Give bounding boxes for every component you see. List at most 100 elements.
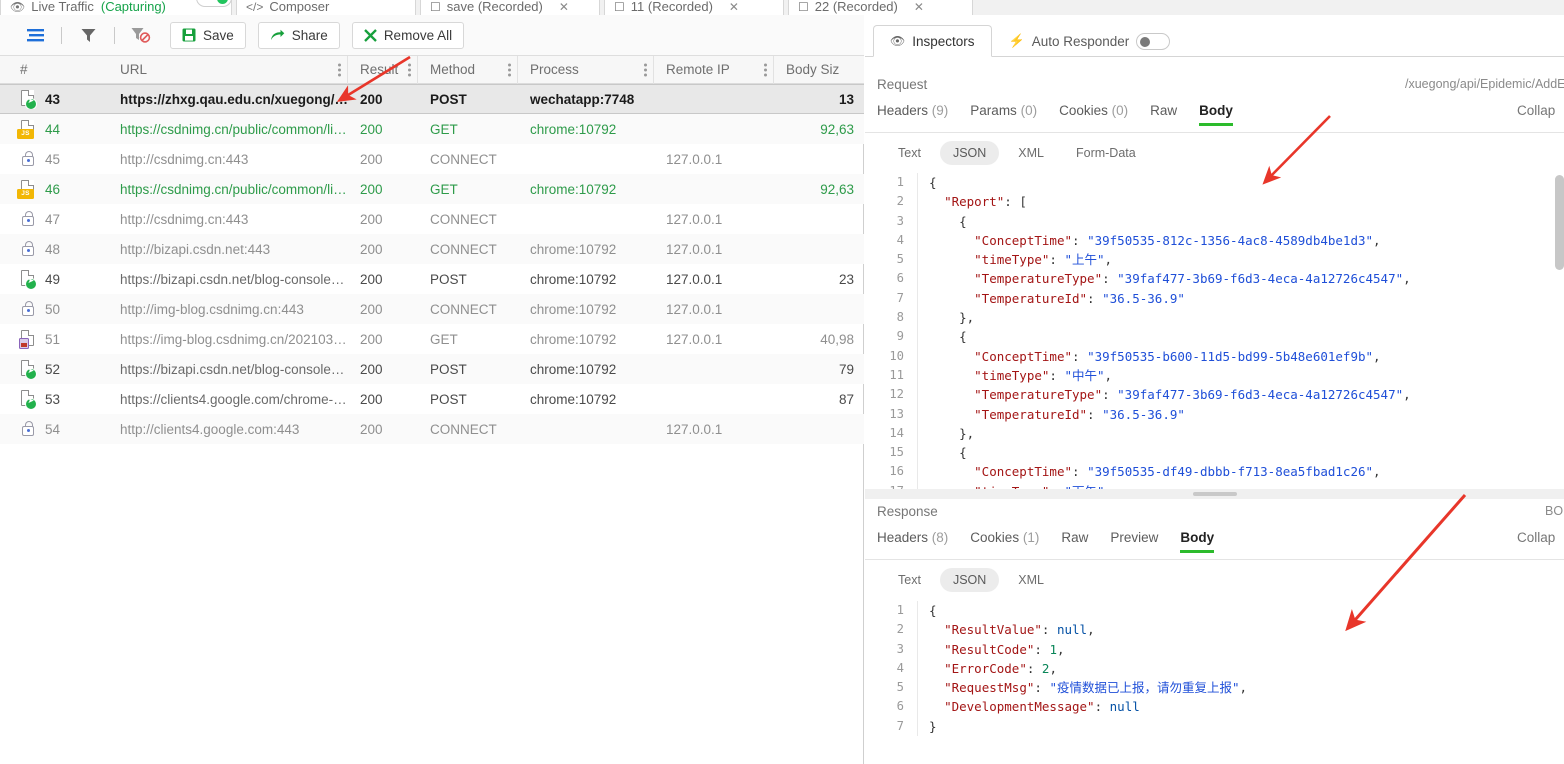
lock-icon bbox=[20, 240, 37, 259]
code-line-number: 16 bbox=[889, 464, 904, 479]
table-row[interactable]: 53 https://clients4.google.com/chrome-sy.… bbox=[0, 384, 864, 414]
request-body-code[interactable]: 1{2 "Report": [3 {4 "ConceptTime": "39f5… bbox=[873, 173, 1564, 489]
request-format-json[interactable]: JSON bbox=[939, 141, 1000, 165]
row-result: 200 bbox=[360, 361, 383, 377]
tab-save-recorded[interactable]: ☐ save (Recorded) ✕ bbox=[420, 0, 600, 15]
response-format-xml[interactable]: XML bbox=[1005, 568, 1057, 592]
remove-all-button[interactable]: Remove All bbox=[351, 21, 465, 49]
table-row[interactable]: 52 https://bizapi.csdn.net/blog-console-a… bbox=[0, 354, 864, 384]
row-url: https://bizapi.csdn.net/blog-console-a..… bbox=[120, 271, 348, 287]
tab-11-recorded[interactable]: ☐ 11 (Recorded) ✕ bbox=[604, 0, 784, 15]
request-subtab-headers[interactable]: Headers (9) bbox=[877, 103, 948, 126]
code-line-content: "ConceptTime": "39f50535-b600-11d5-bd99-… bbox=[917, 346, 1564, 366]
eye-icon: 👁 bbox=[10, 0, 26, 14]
column-header-remote-ip[interactable]: Remote IP bbox=[654, 55, 774, 84]
tab-inspectors[interactable]: 👁 Inspectors bbox=[873, 25, 992, 57]
table-row[interactable]: JS 46 https://csdnimg.cn/public/common/lib… bbox=[0, 174, 864, 204]
tab-label: Live Traffic bbox=[31, 0, 94, 14]
pane-splitter[interactable] bbox=[865, 489, 1564, 499]
request-collapse-link[interactable]: Collap bbox=[1517, 103, 1555, 118]
code-line-content: }, bbox=[917, 423, 1564, 444]
column-menu-icon[interactable] bbox=[644, 63, 647, 76]
column-header-index[interactable]: # bbox=[0, 56, 108, 84]
close-icon[interactable]: ✕ bbox=[729, 1, 739, 13]
request-format-xml[interactable]: XML bbox=[1005, 141, 1057, 165]
table-row[interactable]: 54 http://clients4.google.com:443 200 CONNE… bbox=[0, 414, 864, 444]
row-index: 52 bbox=[45, 361, 61, 377]
capture-toggle[interactable] bbox=[196, 0, 232, 7]
response-subtab-body[interactable]: Body bbox=[1180, 530, 1214, 553]
response-corner-label: BO bbox=[1545, 504, 1564, 518]
table-row[interactable]: 47 http://csdnimg.cn:443 200 CONNECT 127.0.0… bbox=[0, 204, 864, 234]
column-menu-icon[interactable] bbox=[764, 63, 767, 76]
list-icon[interactable] bbox=[18, 22, 52, 48]
code-line-number: 3 bbox=[896, 641, 904, 656]
column-header-result[interactable]: Result bbox=[348, 55, 418, 84]
code-line-content: "ConceptTime": "39f50535-812c-1356-4ac8-… bbox=[917, 230, 1564, 251]
column-header-method[interactable]: Method bbox=[418, 55, 518, 84]
table-row[interactable]: 50 http://img-blog.csdnimg.cn:443 200 CONNE… bbox=[0, 294, 864, 324]
table-row[interactable]: 51 https://img-blog.csdnimg.cn/20210308..… bbox=[0, 324, 864, 354]
table-row[interactable]: 43 https://zhxg.qau.edu.cn/xuegong/api/..… bbox=[0, 84, 864, 114]
filter-off-icon[interactable] bbox=[124, 22, 158, 48]
table-row[interactable]: 45 http://csdnimg.cn:443 200 CONNECT 127.0.0… bbox=[0, 144, 864, 174]
response-subtab-raw[interactable]: Raw bbox=[1061, 530, 1088, 553]
column-menu-icon[interactable] bbox=[508, 63, 511, 76]
response-format-json[interactable]: JSON bbox=[939, 568, 1000, 592]
column-header-body-size[interactable]: Body Siz bbox=[774, 56, 864, 84]
row-index-cell: 48 bbox=[0, 240, 108, 259]
filter-icon[interactable] bbox=[71, 22, 105, 48]
code-line-number: 12 bbox=[889, 387, 904, 402]
table-row[interactable]: JS 44 https://csdnimg.cn/public/common/lib… bbox=[0, 114, 864, 144]
response-subtab-headers[interactable]: Headers (8) bbox=[877, 530, 948, 553]
request-subtab-params[interactable]: Params (0) bbox=[970, 103, 1037, 126]
request-subtab-body[interactable]: Body bbox=[1199, 103, 1233, 126]
post-request-icon bbox=[20, 269, 37, 289]
share-button[interactable]: Share bbox=[257, 21, 340, 49]
sessions-toolbar: Save Share Remove All bbox=[0, 15, 864, 56]
column-header-process[interactable]: Process bbox=[518, 55, 654, 84]
row-remote-ip: 127.0.0.1 bbox=[666, 421, 723, 437]
row-method: CONNECT bbox=[430, 421, 497, 437]
row-url: https://csdnimg.cn/public/common/lib... bbox=[120, 181, 348, 197]
code-line-content: "TemperatureType": "39faf477-3b69-f6d3-4… bbox=[917, 269, 1564, 289]
sessions-list[interactable]: 43 https://zhxg.qau.edu.cn/xuegong/api/..… bbox=[0, 84, 864, 764]
code-line-number: 6 bbox=[896, 699, 904, 714]
auto-responder-toggle[interactable] bbox=[1136, 32, 1171, 50]
code-line: 6 "TemperatureType": "39faf477-3b69-f6d3… bbox=[873, 269, 1564, 289]
request-format-form-data[interactable]: Form-Data bbox=[1063, 141, 1149, 165]
post-request-icon bbox=[20, 359, 37, 379]
table-row[interactable]: 49 https://bizapi.csdn.net/blog-console-a… bbox=[0, 264, 864, 294]
row-method: GET bbox=[430, 331, 458, 347]
top-tab-strip: 👁 Live Traffic (Capturing) </> Composer … bbox=[0, 0, 1564, 15]
response-collapse-link[interactable]: Collap bbox=[1517, 530, 1555, 545]
close-icon[interactable]: ✕ bbox=[559, 1, 569, 13]
code-line: 10 "ConceptTime": "39f50535-b600-11d5-bd… bbox=[873, 346, 1564, 366]
request-subtab-raw[interactable]: Raw bbox=[1150, 103, 1177, 126]
request-format-text[interactable]: Text bbox=[885, 141, 934, 165]
close-icon[interactable]: ✕ bbox=[914, 1, 924, 13]
tab-auto-responder[interactable]: ⚡ Auto Responder bbox=[992, 25, 1188, 57]
row-index-cell: 54 bbox=[0, 420, 108, 439]
code-line: 9 { bbox=[873, 327, 1564, 347]
save-button[interactable]: Save bbox=[170, 21, 246, 49]
row-result: 200 bbox=[360, 151, 383, 167]
response-format-text[interactable]: Text bbox=[885, 568, 934, 592]
row-index: 49 bbox=[45, 271, 61, 287]
response-subtab-cookies[interactable]: Cookies (1) bbox=[970, 530, 1039, 553]
tab-22-recorded[interactable]: ☐ 22 (Recorded) ✕ bbox=[788, 0, 973, 15]
column-menu-icon[interactable] bbox=[408, 63, 411, 76]
column-menu-icon[interactable] bbox=[338, 63, 341, 76]
response-subtab-preview[interactable]: Preview bbox=[1110, 530, 1158, 553]
tab-composer[interactable]: </> Composer bbox=[236, 0, 416, 15]
row-index: 53 bbox=[45, 391, 61, 407]
code-line-content: { bbox=[917, 211, 1564, 231]
request-vertical-scrollbar[interactable] bbox=[1555, 175, 1564, 270]
table-row[interactable]: 48 http://bizapi.csdn.net:443 200 CONNECT ch… bbox=[0, 234, 864, 264]
code-line: 1{ bbox=[873, 173, 1564, 193]
code-line-number: 4 bbox=[896, 232, 904, 247]
request-subtab-cookies[interactable]: Cookies (0) bbox=[1059, 103, 1128, 126]
code-line-content: }, bbox=[917, 308, 1564, 328]
column-header-url[interactable]: URL bbox=[108, 55, 348, 84]
response-body-code[interactable]: 1{2 "ResultValue": null, 3 "ResultCode": … bbox=[873, 601, 1564, 761]
